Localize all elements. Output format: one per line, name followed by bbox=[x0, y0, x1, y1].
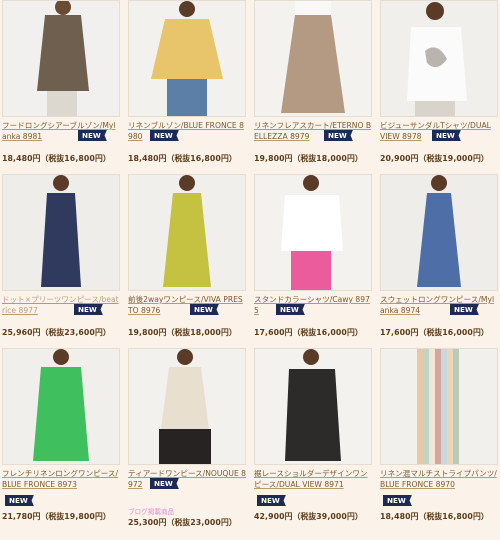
product-card[interactable]: リネンフレアスカート/ETERNO BELLEZZA 8979 NEW 19,8… bbox=[254, 0, 372, 164]
new-badge: NEW bbox=[324, 130, 353, 141]
product-card[interactable]: リネンブルゾン/BLUE FRONCE 8980 NEW 18,480円（税抜1… bbox=[128, 0, 246, 164]
new-badge: NEW bbox=[190, 304, 219, 315]
product-price: 17,600円（税抜16,000円） bbox=[254, 328, 363, 337]
product-image[interactable] bbox=[128, 0, 246, 117]
product-image[interactable] bbox=[380, 0, 498, 117]
product-card[interactable]: ビジューサンダルTシャツ/DUAL VIEW 8978 NEW 20,900円（… bbox=[380, 0, 498, 164]
product-price: 18,480円（税抜16,800円） bbox=[380, 512, 489, 521]
product-name[interactable]: フレンチリネンロングワンピース/BLUE FRONCE 8973 bbox=[2, 468, 120, 490]
product-card[interactable]: 裾レースショルダーデザインワンピース/DUAL VIEW 8971 NEW 42… bbox=[254, 348, 372, 522]
product-price: 25,300円（税抜23,000円） bbox=[128, 518, 237, 527]
new-badge: NEW bbox=[383, 495, 412, 506]
product-name[interactable]: リネン混マルチストライプパンツ/BLUE FRONCE 8970 bbox=[380, 468, 498, 490]
new-badge: NEW bbox=[150, 130, 179, 141]
product-price: 18,480円（税抜16,800円） bbox=[2, 154, 111, 163]
product-price: 42,900円（税抜39,000円） bbox=[254, 512, 363, 521]
blog-featured-label: ブログ掲載商品 bbox=[128, 508, 175, 516]
product-image[interactable] bbox=[128, 174, 246, 291]
product-price: 19,800円（税抜18,000円） bbox=[128, 328, 237, 337]
product-image[interactable] bbox=[254, 174, 372, 291]
product-price: 21,780円（税抜19,800円） bbox=[2, 512, 111, 521]
product-image[interactable] bbox=[128, 348, 246, 465]
product-card[interactable]: スタンドカラーシャツ/Cawy 8975 NEW 17,600円（税抜16,00… bbox=[254, 174, 372, 338]
product-price: 20,900円（税抜19,000円） bbox=[380, 154, 489, 163]
product-price: 17,600円（税抜16,000円） bbox=[380, 328, 489, 337]
new-badge: NEW bbox=[276, 304, 305, 315]
product-image[interactable] bbox=[2, 348, 120, 465]
product-card[interactable]: フレンチリネンロングワンピース/BLUE FRONCE 8973 NEW 21,… bbox=[2, 348, 120, 522]
product-price: 18,480円（税抜16,800円） bbox=[128, 154, 237, 163]
new-badge: NEW bbox=[78, 130, 107, 141]
product-name[interactable]: リネンフレアスカート/ETERNO BELLEZZA 8979 bbox=[254, 120, 372, 142]
product-card[interactable]: フードロングシアーブルゾン/Mylanka 8981 NEW 18,480円（税… bbox=[2, 0, 120, 164]
product-name[interactable]: スタンドカラーシャツ/Cawy 8975 bbox=[254, 294, 372, 316]
product-price: 25,960円（税抜23,600円） bbox=[2, 328, 111, 337]
product-name[interactable]: 前後2wayワンピース/VIVA PRESTO 8976 bbox=[128, 294, 246, 316]
product-name[interactable]: 裾レースショルダーデザインワンピース/DUAL VIEW 8971 bbox=[254, 468, 372, 490]
new-badge: NEW bbox=[150, 478, 179, 489]
product-image[interactable] bbox=[2, 174, 120, 291]
new-badge: NEW bbox=[450, 304, 479, 315]
product-card[interactable]: スウェットロングワンピース/Mylanka 8974 NEW 17,600円（税… bbox=[380, 174, 498, 338]
product-card[interactable]: 前後2wayワンピース/VIVA PRESTO 8976 NEW 19,800円… bbox=[128, 174, 246, 338]
product-grid: フードロングシアーブルゾン/Mylanka 8981 NEW 18,480円（税… bbox=[0, 0, 500, 540]
product-card[interactable]: ドット×プリーツワンピース/beatrice 8977 NEW 25,960円（… bbox=[2, 174, 120, 338]
new-badge: NEW bbox=[74, 304, 103, 315]
product-name[interactable]: リネンブルゾン/BLUE FRONCE 8980 bbox=[128, 120, 246, 142]
new-badge: NEW bbox=[5, 495, 34, 506]
product-image[interactable] bbox=[254, 348, 372, 465]
product-name[interactable]: ティアードワンピース/NOUQUE 8972 bbox=[128, 468, 246, 490]
product-card[interactable]: ティアードワンピース/NOUQUE 8972 NEW ブログ掲載商品 25,30… bbox=[128, 348, 246, 528]
product-image[interactable] bbox=[380, 348, 498, 465]
new-badge: NEW bbox=[432, 130, 461, 141]
product-image[interactable] bbox=[254, 0, 372, 117]
new-badge: NEW bbox=[257, 495, 286, 506]
product-price: 19,800円（税抜18,000円） bbox=[254, 154, 363, 163]
product-image[interactable] bbox=[2, 0, 120, 117]
product-name[interactable]: スウェットロングワンピース/Mylanka 8974 bbox=[380, 294, 498, 316]
product-card[interactable]: リネン混マルチストライプパンツ/BLUE FRONCE 8970 NEW 18,… bbox=[380, 348, 498, 522]
product-image[interactable] bbox=[380, 174, 498, 291]
